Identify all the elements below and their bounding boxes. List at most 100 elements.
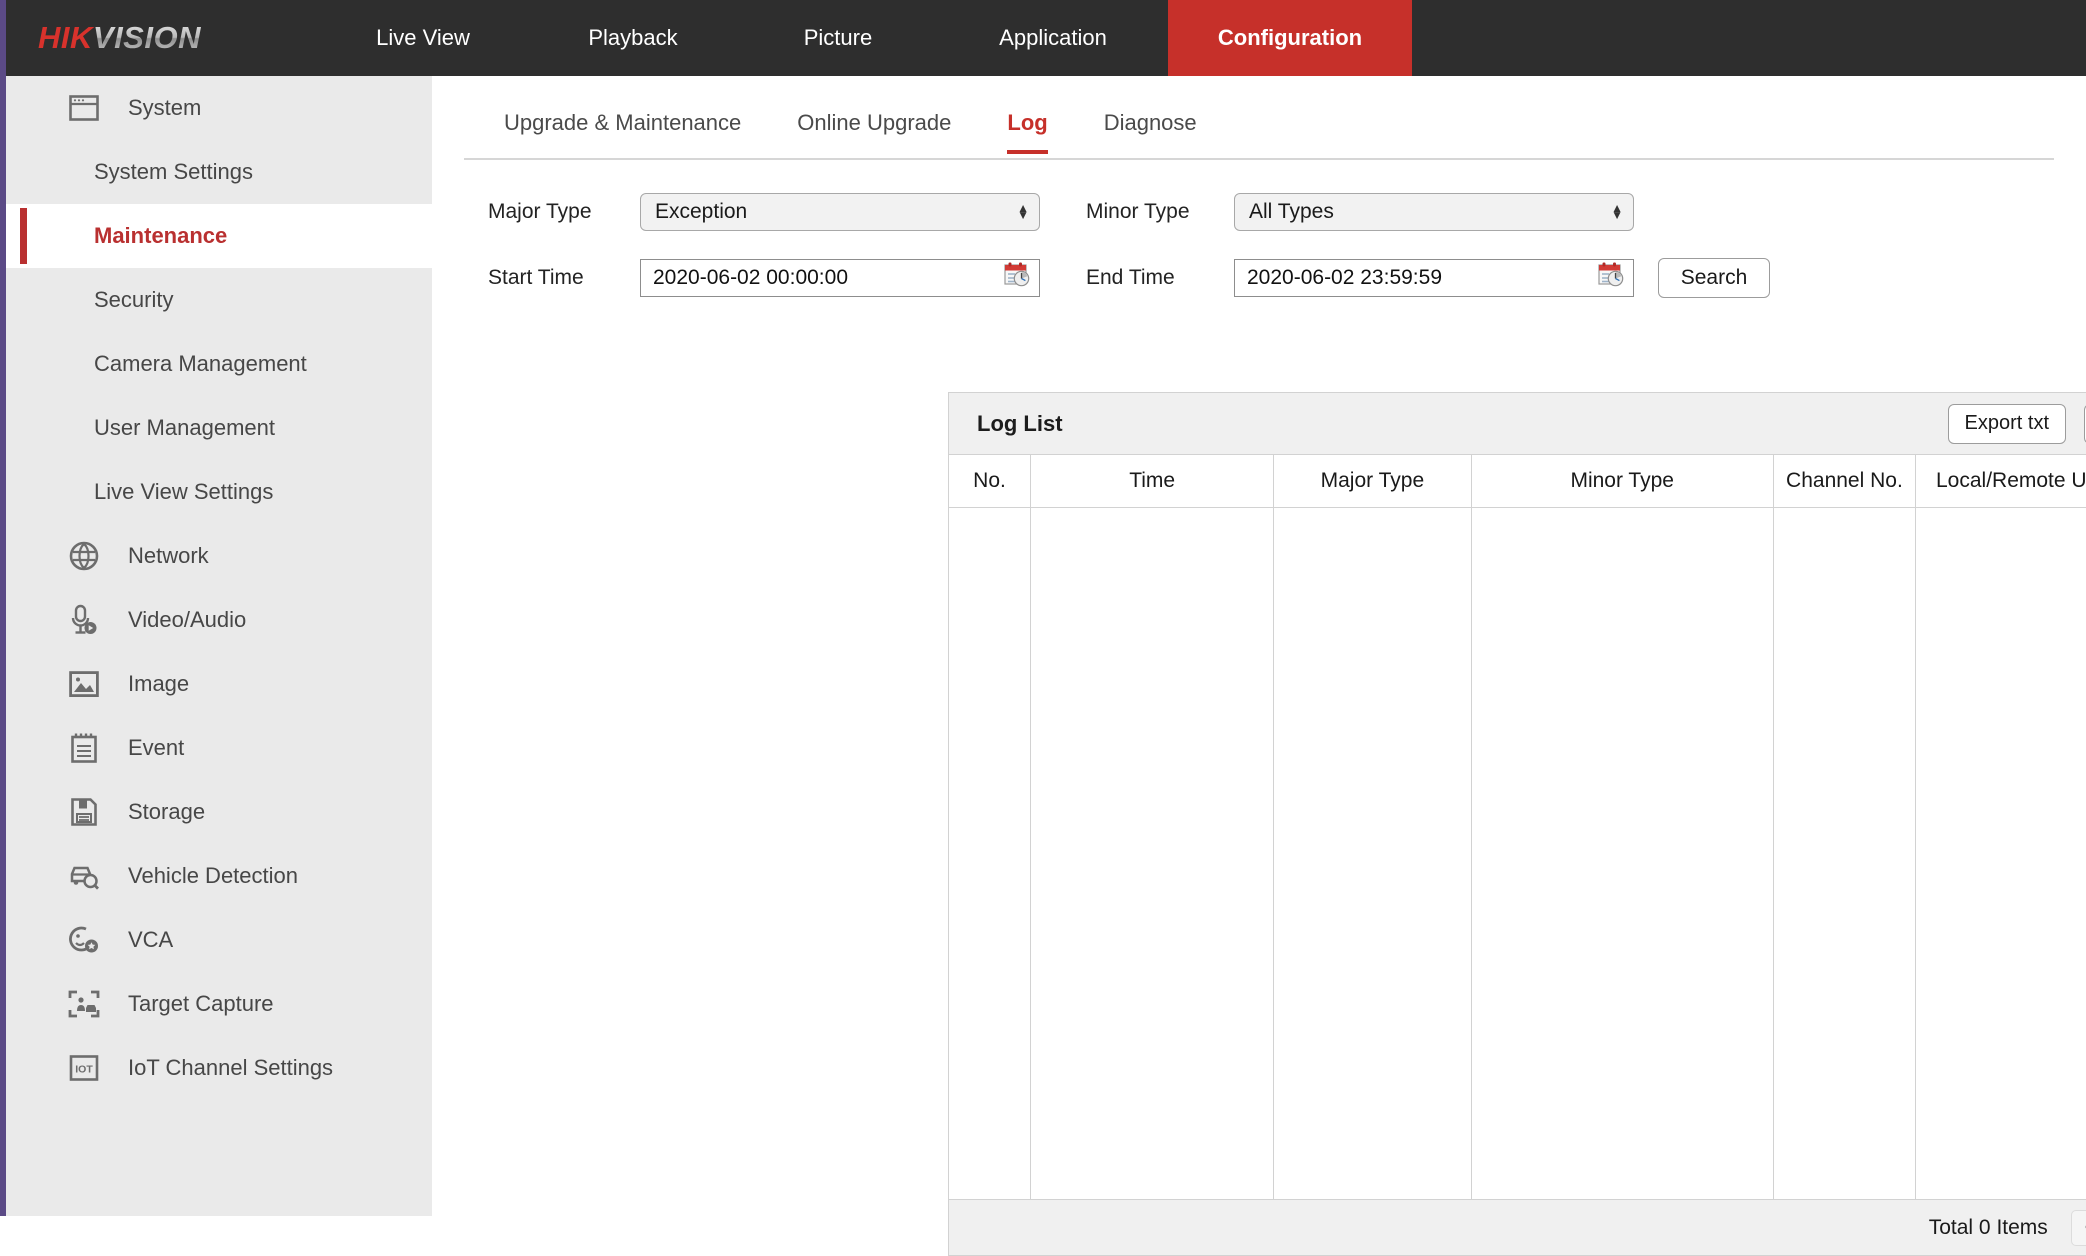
major-type-label: Major Type (488, 200, 640, 224)
table-cell (1471, 507, 1773, 1199)
globe-icon (60, 541, 108, 571)
column-header-time: Time (1031, 455, 1274, 507)
sidebar-item-camera-management[interactable]: Camera Management (6, 332, 432, 396)
calendar-icon[interactable] (1003, 261, 1031, 295)
sidebar-item-label: System Settings (94, 159, 253, 185)
start-time-input[interactable]: 2020-06-02 00:00:00 (640, 259, 1040, 297)
log-table: No. Time Major Type Minor Type Channel N… (949, 455, 2086, 1199)
table-cell (1773, 507, 1915, 1199)
main-content: Upgrade & Maintenance Online Upgrade Log… (432, 76, 2086, 1216)
microphone-play-icon (60, 604, 108, 636)
window-icon (60, 95, 108, 121)
end-time-label: End Time (1086, 266, 1234, 290)
sidebar-item-label: Image (128, 671, 189, 697)
sidebar-item-label: Video/Audio (128, 607, 246, 633)
hikvision-logo: HIKVISION (0, 0, 318, 76)
tab-diagnose[interactable]: Diagnose (1104, 98, 1197, 152)
app-window: HIKVISION Live View Playback Picture App… (0, 0, 2086, 1216)
chevron-updown-icon: ▲▼ (1017, 205, 1029, 219)
sidebar-item-label: Storage (128, 799, 205, 825)
filter-row-types: Major Type Exception ▲▼ Minor Type All T… (464, 184, 2064, 240)
start-time-value: 2020-06-02 00:00:00 (653, 266, 848, 290)
sidebar-item-iot-channel-settings[interactable]: IOT IoT Channel Settings (6, 1036, 432, 1100)
log-list-header: Log List Export txt Export CSV Export Al… (949, 393, 2086, 455)
sidebar-item-system-settings[interactable]: System Settings (6, 140, 432, 204)
logo-vision-text: VISION (93, 20, 201, 56)
sidebar-item-event[interactable]: Event (6, 716, 432, 780)
log-table-empty-row (949, 507, 2086, 1199)
column-header-channel-no: Channel No. (1773, 455, 1915, 507)
log-list-panel: Log List Export txt Export CSV Export Al… (948, 392, 2086, 1256)
sidebar-item-label: Event (128, 735, 184, 761)
log-filter-form: Major Type Exception ▲▼ Minor Type All T… (464, 184, 2064, 316)
sidebar-item-network[interactable]: Network (6, 524, 432, 588)
nav-configuration[interactable]: Configuration (1168, 0, 1412, 76)
car-search-icon (60, 861, 108, 891)
sidebar-item-maintenance[interactable]: Maintenance (6, 204, 432, 268)
sidebar-nav: System System Settings Maintenance Secur… (6, 76, 432, 1216)
tab-log[interactable]: Log (1007, 98, 1047, 152)
end-time-input[interactable]: 2020-06-02 23:59:59 (1234, 259, 1634, 297)
column-header-major-type: Major Type (1274, 455, 1471, 507)
sidebar-item-label: Camera Management (94, 351, 307, 377)
sidebar-item-label: Live View Settings (94, 479, 273, 505)
total-items-label: Total 0 Items (1929, 1216, 2048, 1240)
filter-row-times: Start Time 2020-06-02 00:00:00 End Time … (464, 250, 2064, 306)
sidebar-item-image[interactable]: Image (6, 652, 432, 716)
first-page-button[interactable]: << (2071, 1210, 2086, 1246)
iot-icon: IOT (60, 1054, 108, 1082)
sidebar-item-label: Vehicle Detection (128, 863, 298, 889)
column-header-minor-type: Minor Type (1471, 455, 1773, 507)
sidebar-item-storage[interactable]: Storage (6, 780, 432, 844)
sidebar-item-label: Maintenance (94, 223, 227, 249)
log-pagination-footer: Total 0 Items << < 0/0 > >> (949, 1199, 2086, 1255)
chevron-updown-icon: ▲▼ (1611, 205, 1623, 219)
nav-live-view[interactable]: Live View (318, 0, 528, 76)
table-cell (1031, 507, 1274, 1199)
export-txt-button[interactable]: Export txt (1948, 404, 2066, 444)
sidebar-item-user-management[interactable]: User Management (6, 396, 432, 460)
floppy-disk-icon (60, 797, 108, 827)
end-time-value: 2020-06-02 23:59:59 (1247, 266, 1442, 290)
sidebar-item-label: Target Capture (128, 991, 274, 1017)
column-header-local-remote-user: Local/Remote User (1915, 455, 2086, 507)
capture-frame-icon (60, 989, 108, 1019)
maintenance-subtabs: Upgrade & Maintenance Online Upgrade Log… (464, 98, 2054, 160)
major-type-select[interactable]: Exception ▲▼ (640, 193, 1040, 231)
sidebar-item-label: Security (94, 287, 173, 313)
column-header-no: No. (949, 455, 1031, 507)
table-cell (1274, 507, 1471, 1199)
sidebar-item-target-capture[interactable]: Target Capture (6, 972, 432, 1036)
sidebar-item-label: IoT Channel Settings (128, 1055, 333, 1081)
picture-icon (60, 670, 108, 698)
search-button[interactable]: Search (1658, 258, 1770, 298)
table-cell (949, 507, 1031, 1199)
svg-text:IOT: IOT (75, 1064, 93, 1076)
sidebar-item-label: Network (128, 543, 209, 569)
log-list-title: Log List (977, 411, 1063, 437)
calendar-icon[interactable] (1597, 261, 1625, 295)
log-table-header-row: No. Time Major Type Minor Type Channel N… (949, 455, 2086, 507)
log-table-body (949, 507, 2086, 1199)
sidebar-item-security[interactable]: Security (6, 268, 432, 332)
sidebar-item-vehicle-detection[interactable]: Vehicle Detection (6, 844, 432, 908)
logo-hik-text: HIK (38, 20, 93, 56)
nav-application[interactable]: Application (938, 0, 1168, 76)
minor-type-select[interactable]: All Types ▲▼ (1234, 193, 1634, 231)
notepad-icon (60, 732, 108, 764)
tab-upgrade-maintenance[interactable]: Upgrade & Maintenance (504, 98, 741, 152)
start-time-label: Start Time (488, 266, 640, 290)
sidebar-item-label: System (128, 95, 201, 121)
sidebar-item-label: VCA (128, 927, 173, 953)
sidebar-item-vca[interactable]: VCA (6, 908, 432, 972)
sidebar-item-live-view-settings[interactable]: Live View Settings (6, 460, 432, 524)
browser-edge-strip (0, 0, 6, 1216)
sidebar-item-system[interactable]: System (6, 76, 432, 140)
sidebar-item-label: User Management (94, 415, 275, 441)
nav-picture[interactable]: Picture (738, 0, 938, 76)
minor-type-value: All Types (1249, 200, 1334, 224)
table-cell (1915, 507, 2086, 1199)
tab-online-upgrade[interactable]: Online Upgrade (797, 98, 951, 152)
sidebar-item-video-audio[interactable]: Video/Audio (6, 588, 432, 652)
nav-playback[interactable]: Playback (528, 0, 738, 76)
